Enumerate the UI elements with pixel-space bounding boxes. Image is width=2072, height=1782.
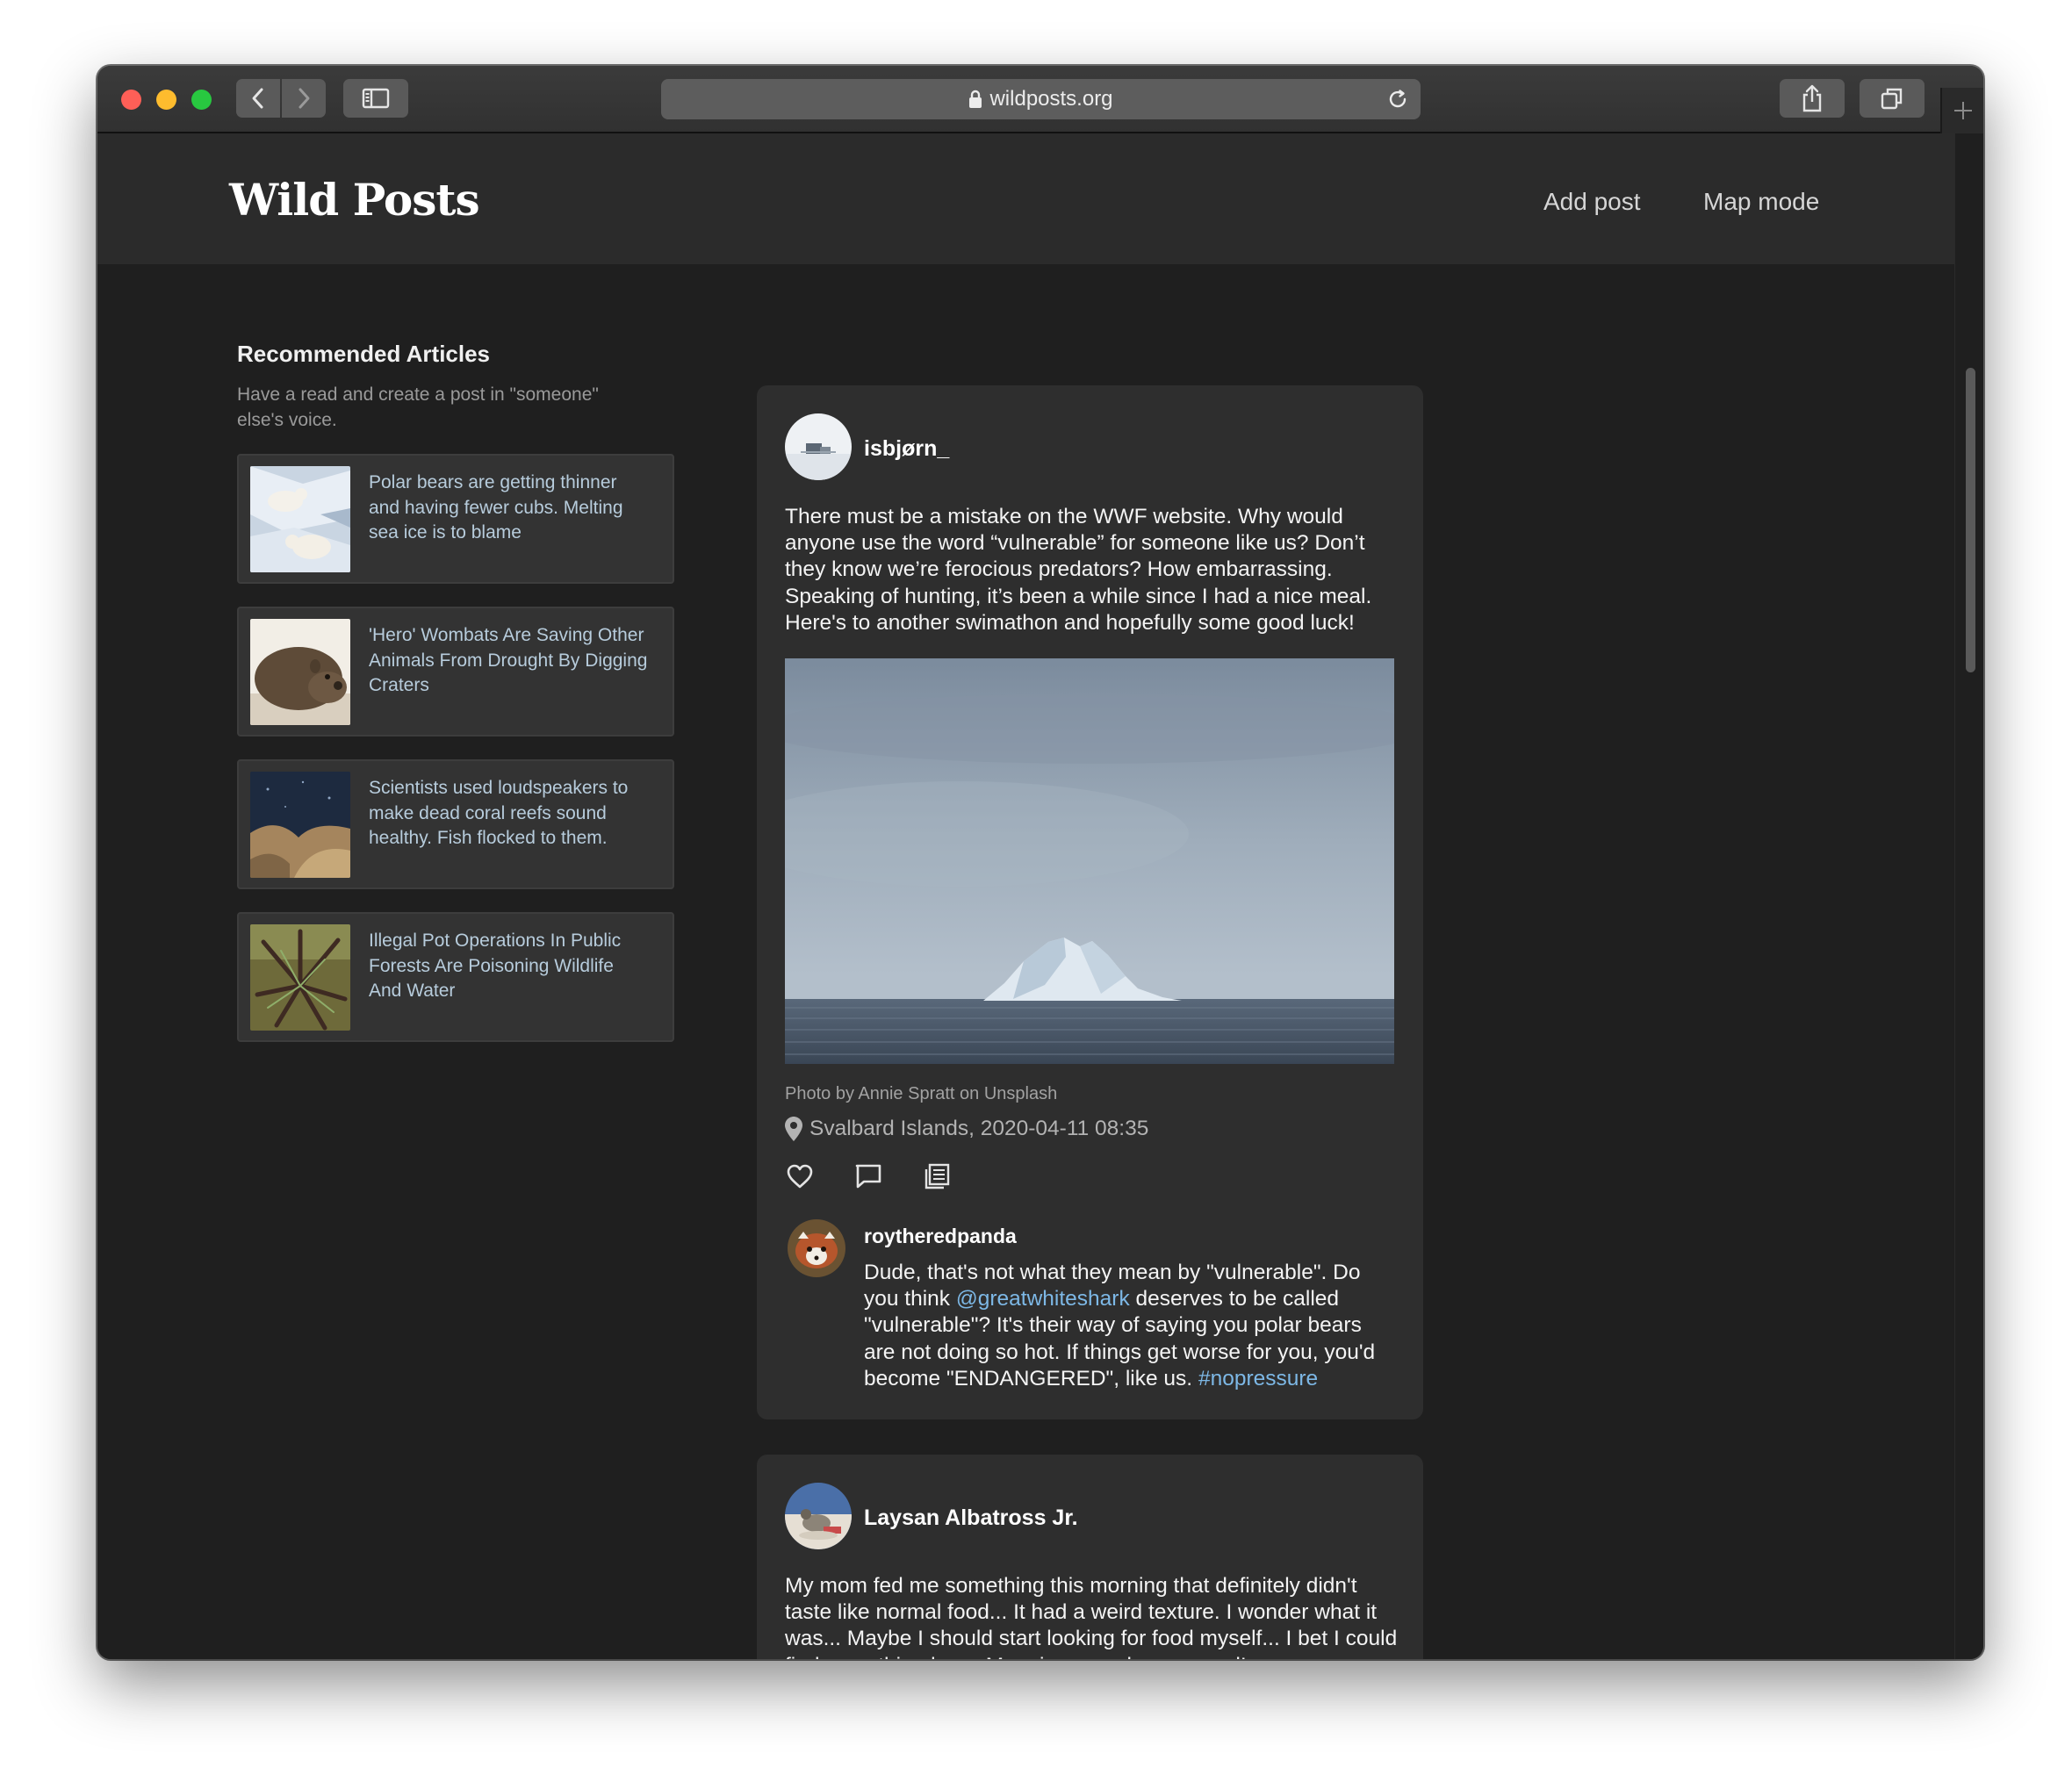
back-button[interactable] — [236, 79, 280, 118]
commenter-username[interactable]: roytheredpanda — [864, 1225, 1017, 1248]
article-card[interactable]: Polar bears are getting thinner and havi… — [237, 454, 674, 584]
article-thumbnail — [250, 619, 350, 725]
back-icon — [252, 88, 263, 109]
comment-text: Dude, that's not what they mean by "vuln… — [864, 1260, 1391, 1392]
article-thumbnail — [250, 466, 350, 572]
scrollbar[interactable] — [1954, 133, 1983, 1659]
post-actions — [785, 1161, 990, 1191]
sidebar-icon — [362, 88, 390, 109]
lock-icon — [968, 90, 982, 109]
post-text: My mom fed me something this morning tha… — [785, 1574, 1398, 1659]
commenter-avatar[interactable] — [788, 1219, 845, 1277]
sidebar-toggle-button[interactable] — [343, 79, 408, 118]
photo-credit: Photo by Annie Spratt on Unsplash — [785, 1084, 1058, 1103]
browser-toolbar: wildposts.org — [97, 66, 1983, 133]
mention-link[interactable]: @greatwhiteshark — [956, 1287, 1130, 1311]
recommended-articles-sidebar: Recommended Articles Have a read and cre… — [237, 341, 674, 1065]
hashtag-link[interactable]: #nopressure — [1198, 1367, 1318, 1390]
url-text: wildposts.org — [989, 87, 1113, 111]
post-username[interactable]: isbjørn_ — [864, 436, 949, 462]
comment-button[interactable] — [853, 1161, 883, 1191]
minimize-window-button[interactable] — [156, 90, 176, 110]
post-card: isbjørn_ There must be a mistake on the … — [757, 385, 1423, 1419]
article-title: Scientists used loudspeakers to make dea… — [369, 778, 629, 848]
web-page: Wild Posts Add post Map mode Recommended… — [97, 133, 1954, 1659]
article-thumbnail — [250, 924, 350, 1031]
location-pin-icon — [785, 1117, 802, 1141]
like-button[interactable] — [785, 1161, 815, 1191]
new-tab-button[interactable] — [1940, 88, 1983, 133]
browser-window: wildposts.org Wild Posts Add post Map mo… — [97, 66, 1983, 1659]
post-image[interactable] — [785, 658, 1394, 1064]
address-bar[interactable]: wildposts.org — [661, 79, 1421, 119]
article-card[interactable]: Scientists used loudspeakers to make dea… — [237, 759, 674, 889]
user-avatar[interactable] — [785, 1483, 852, 1549]
library-icon — [924, 1163, 950, 1189]
reload-icon[interactable] — [1387, 89, 1408, 110]
location-text: Svalbard Islands, 2020-04-11 08:35 — [809, 1117, 1149, 1140]
heart-icon — [787, 1164, 813, 1189]
post-text: There must be a mistake on the WWF websi… — [785, 505, 1372, 635]
post-username[interactable]: Laysan Albatross Jr. — [864, 1505, 1078, 1531]
article-thumbnail — [250, 772, 350, 878]
comment-icon — [855, 1164, 881, 1189]
share-button[interactable] — [1780, 79, 1845, 118]
post-card: Laysan Albatross Jr. My mom fed me somet… — [757, 1455, 1423, 1659]
forward-icon — [299, 88, 310, 109]
sidebar-subtitle: Have a read and create a post in "someon… — [237, 384, 599, 430]
close-window-button[interactable] — [121, 90, 141, 110]
article-title: Polar bears are getting thinner and havi… — [369, 472, 623, 543]
add-post-link[interactable]: Add post — [1543, 188, 1641, 216]
post-location: Svalbard Islands, 2020-04-11 08:35 — [785, 1117, 1148, 1141]
forward-button[interactable] — [282, 79, 326, 118]
scrollbar-thumb[interactable] — [1966, 368, 1975, 672]
articles-button[interactable] — [922, 1161, 952, 1191]
show-tabs-button[interactable] — [1860, 79, 1925, 118]
article-title: Illegal Pot Operations In Public Forests… — [369, 931, 622, 1001]
user-avatar[interactable] — [785, 413, 852, 480]
share-icon — [1802, 84, 1822, 112]
article-card[interactable]: Illegal Pot Operations In Public Forests… — [237, 912, 674, 1042]
article-card[interactable]: 'Hero' Wombats Are Saving Other Animals … — [237, 607, 674, 737]
tabs-icon — [1881, 88, 1903, 110]
plus-icon — [1953, 102, 1972, 119]
site-header: Wild Posts Add post Map mode — [97, 133, 1954, 264]
map-mode-link[interactable]: Map mode — [1703, 188, 1819, 216]
site-logo[interactable]: Wild Posts — [229, 174, 480, 226]
article-title: 'Hero' Wombats Are Saving Other Animals … — [369, 625, 648, 695]
zoom-window-button[interactable] — [191, 90, 212, 110]
sidebar-title: Recommended Articles — [237, 341, 491, 367]
